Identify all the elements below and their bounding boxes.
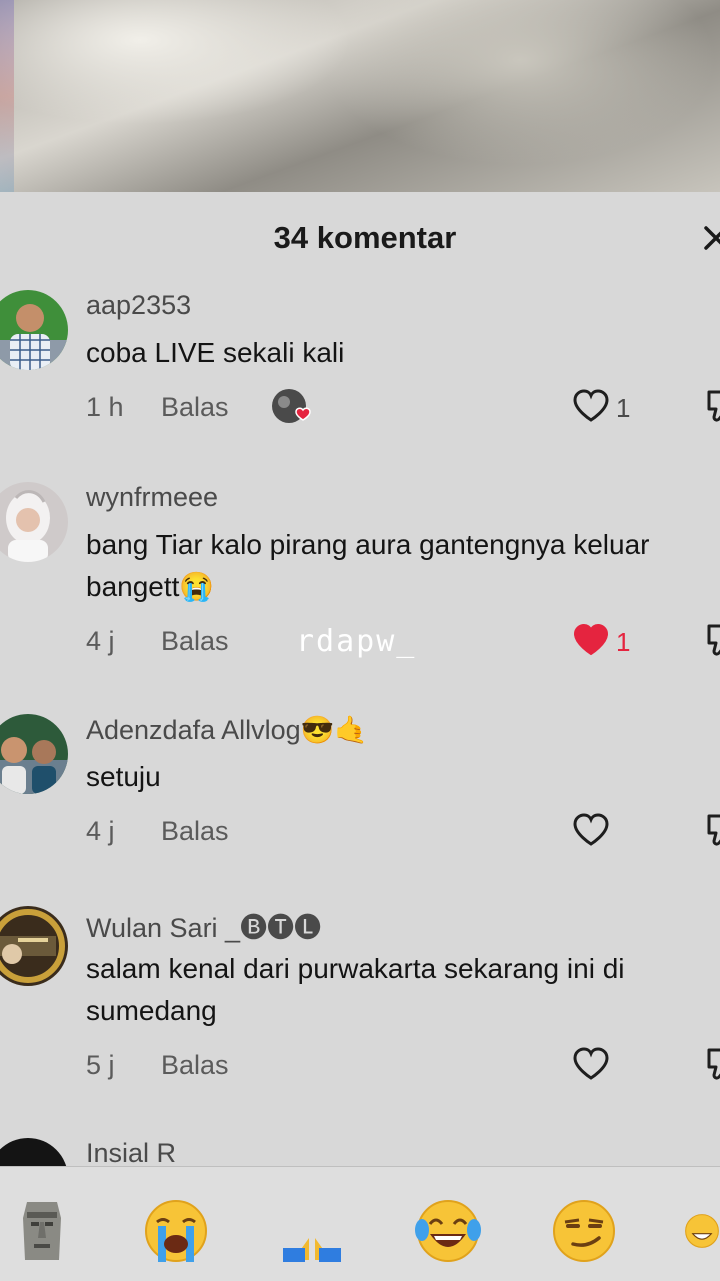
dislike-icon[interactable] — [703, 813, 720, 847]
comment-item: Adenzdafa Allvlog😎🤙 setuju 4 j Balas — [0, 714, 720, 864]
loudly-crying-face-icon — [145, 1200, 207, 1262]
comment-text: salam kenal dari purwakarta sekarang ini… — [86, 953, 625, 1026]
comment-username[interactable]: Insial R — [86, 1138, 176, 1166]
dislike-icon[interactable] — [703, 1047, 720, 1081]
folded-hands-emoji-button[interactable] — [276, 1195, 348, 1267]
comment-username[interactable]: Wulan Sari _🅑🅣🅛 — [86, 906, 321, 945]
comment-username[interactable]: wynfrmeee — [86, 482, 218, 513]
face-with-tears-of-joy-icon — [415, 1200, 481, 1262]
dislike-icon[interactable] — [703, 623, 720, 657]
comment-text: bang Tiar kalo pirang aura gantengnya ke… — [86, 529, 650, 602]
grinning-face-icon — [685, 1214, 719, 1248]
avatar[interactable] — [0, 482, 68, 562]
heart-icon[interactable] — [572, 389, 610, 423]
comment-time: 4 j — [86, 626, 115, 656]
comment-username[interactable]: Adenzdafa Allvlog😎🤙 — [86, 714, 368, 746]
moai-icon — [23, 1202, 61, 1260]
video-background — [0, 0, 720, 192]
comment-username[interactable]: aap2353 — [86, 290, 191, 321]
creator-liked-badge — [272, 389, 311, 423]
comment-time: 5 j — [86, 1050, 115, 1080]
quick-emoji-bar — [0, 1166, 720, 1281]
smirking-face-icon — [553, 1200, 615, 1262]
folded-hands-icon — [283, 1202, 341, 1262]
heart-icon[interactable] — [572, 1047, 610, 1081]
avatar[interactable] — [0, 714, 68, 794]
heart-icon[interactable] — [572, 813, 610, 847]
reply-button[interactable]: Balas — [161, 626, 229, 657]
tears-of-joy-emoji-button[interactable] — [412, 1195, 484, 1267]
comment-time: 1 h — [86, 392, 124, 422]
avatar[interactable] — [0, 1138, 68, 1166]
reply-button[interactable]: Balas — [161, 1050, 229, 1081]
avatar[interactable] — [0, 290, 68, 370]
reply-button[interactable]: Balas — [161, 392, 229, 423]
comments-count-title: 34 komentar — [273, 220, 457, 255]
comment-text: setuju — [86, 761, 161, 792]
close-icon[interactable] — [700, 220, 720, 254]
grinning-emoji-button[interactable] — [684, 1195, 720, 1267]
comment-text: coba LIVE sekali kali — [86, 337, 345, 368]
comment-item: Wulan Sari _🅑🅣🅛 salam kenal dari purwaka… — [0, 906, 720, 1106]
comments-sheet: 34 komentar aap2353 coba LIVE sekali kal… — [0, 192, 720, 1280]
moai-emoji-button[interactable] — [6, 1195, 78, 1267]
loudly-crying-emoji-button[interactable] — [140, 1195, 212, 1267]
comment-item: Insial R — [0, 1138, 720, 1166]
heart-filled-icon[interactable] — [572, 623, 610, 657]
watermark-text: rdapw_ — [296, 624, 417, 659]
comment-time: 4 j — [86, 816, 115, 846]
dislike-icon[interactable] — [703, 389, 720, 423]
smirking-emoji-button[interactable] — [548, 1195, 620, 1267]
avatar[interactable] — [0, 906, 68, 986]
reply-button[interactable]: Balas — [161, 816, 229, 847]
comment-item: aap2353 coba LIVE sekali kali 1 h Balas … — [0, 290, 720, 440]
like-count: 1 — [616, 627, 631, 657]
like-count: 1 — [616, 393, 631, 423]
